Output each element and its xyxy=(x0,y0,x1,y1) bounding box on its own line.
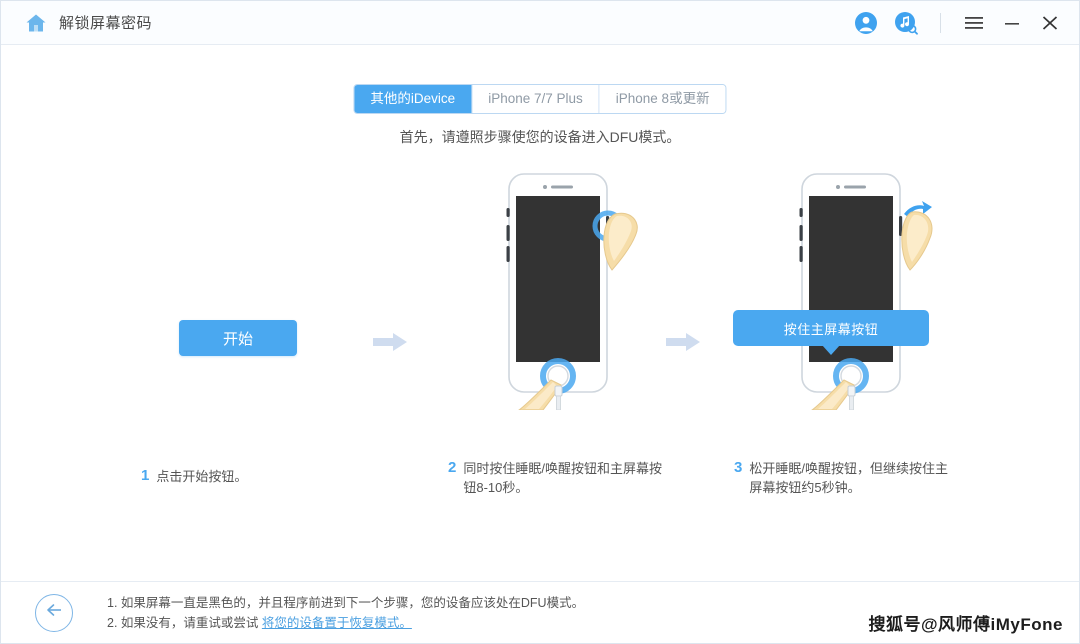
account-icon[interactable] xyxy=(854,11,878,35)
tab-iphone-8-newer[interactable]: iPhone 8或更新 xyxy=(599,85,726,113)
hold-home-button-tooltip: 按住主屏幕按钮 xyxy=(733,310,929,355)
arrow-right-icon-1 xyxy=(373,332,409,352)
titlebar-divider xyxy=(940,12,941,33)
step-text: 点击开始按钮。 xyxy=(156,469,248,484)
app-window: 解锁屏幕密码 其他的iDevice iPhone 7/7 Plus iPhone… xyxy=(0,0,1080,644)
back-arrow-icon xyxy=(45,603,63,622)
step-item-2: 2 同时按住睡眠/唤醒按钮和主屏幕按钮8-10秒。 xyxy=(448,459,674,497)
title-bar: 解锁屏幕密码 xyxy=(1,1,1079,45)
recovery-mode-link[interactable]: 将您的设备置于恢复模式。 xyxy=(262,616,412,630)
step-item-1: 1 点击开始按钮。 xyxy=(141,467,371,486)
app-title: 解锁屏幕密码 xyxy=(59,15,153,32)
footer-notes: 1. 如果屏幕一直是黑色的，并且程序前进到下一个步骤，您的设备应该处在DFU模式… xyxy=(107,593,584,633)
home-icon[interactable] xyxy=(25,13,47,33)
tab-other-idevice[interactable]: 其他的iDevice xyxy=(354,85,473,113)
title-bar-right xyxy=(854,11,1061,35)
main-content: 其他的iDevice iPhone 7/7 Plus iPhone 8或更新 首… xyxy=(1,45,1079,581)
footer-bar: 1. 如果屏幕一直是黑色的，并且程序前进到下一个步骤，您的设备应该处在DFU模式… xyxy=(1,581,1079,643)
tab-iphone-7[interactable]: iPhone 7/7 Plus xyxy=(472,85,600,113)
back-button[interactable] xyxy=(35,593,73,632)
title-bar-left: 解锁屏幕密码 xyxy=(25,12,152,33)
arrow-right-icon-2 xyxy=(666,332,702,352)
start-button[interactable]: 开始 xyxy=(179,320,297,356)
instruction-subtitle: 首先，请遵照步骤使您的设备进入DFU模式。 xyxy=(399,129,681,145)
watermark: 搜狐号@风师傅iMyFone xyxy=(868,615,1063,634)
step-number: 1 xyxy=(141,467,150,484)
dfu-diagram: 开始 按住主屏幕按钮 xyxy=(1,165,1079,415)
step-number: 3 xyxy=(734,459,743,476)
steps-list: 1 点击开始按钮。 2 同时按住睡眠/唤醒按钮和主屏幕按钮8-10秒。 3 松开… xyxy=(1,455,1079,525)
footer-note-2-prefix: 2. 如果没有，请重试或尝试 xyxy=(107,615,262,630)
step-text: 松开睡眠/唤醒按钮，但继续按住主屏幕按钮约5秒钟。 xyxy=(749,461,948,495)
step-item-3: 3 松开睡眠/唤醒按钮，但继续按住主屏幕按钮约5秒钟。 xyxy=(734,459,960,497)
footer-note-1: 1. 如果屏幕一直是黑色的，并且程序前进到下一个步骤，您的设备应该处在DFU模式… xyxy=(107,595,585,610)
music-search-icon[interactable] xyxy=(894,11,918,35)
footer-note-2: 2. 如果没有，请重试或尝试 将您的设备置于恢复模式。 xyxy=(107,613,584,633)
phone-illustration-step2 xyxy=(491,170,641,415)
close-icon[interactable] xyxy=(1039,12,1061,34)
minimize-icon[interactable] xyxy=(1001,12,1023,34)
device-type-tabs: 其他的iDevice iPhone 7/7 Plus iPhone 8或更新 xyxy=(353,84,727,114)
hamburger-menu-icon[interactable] xyxy=(963,12,985,34)
step-text: 同时按住睡眠/唤醒按钮和主屏幕按钮8-10秒。 xyxy=(463,461,662,495)
phone-illustration-step3 xyxy=(784,170,934,415)
step-number: 2 xyxy=(448,459,457,476)
